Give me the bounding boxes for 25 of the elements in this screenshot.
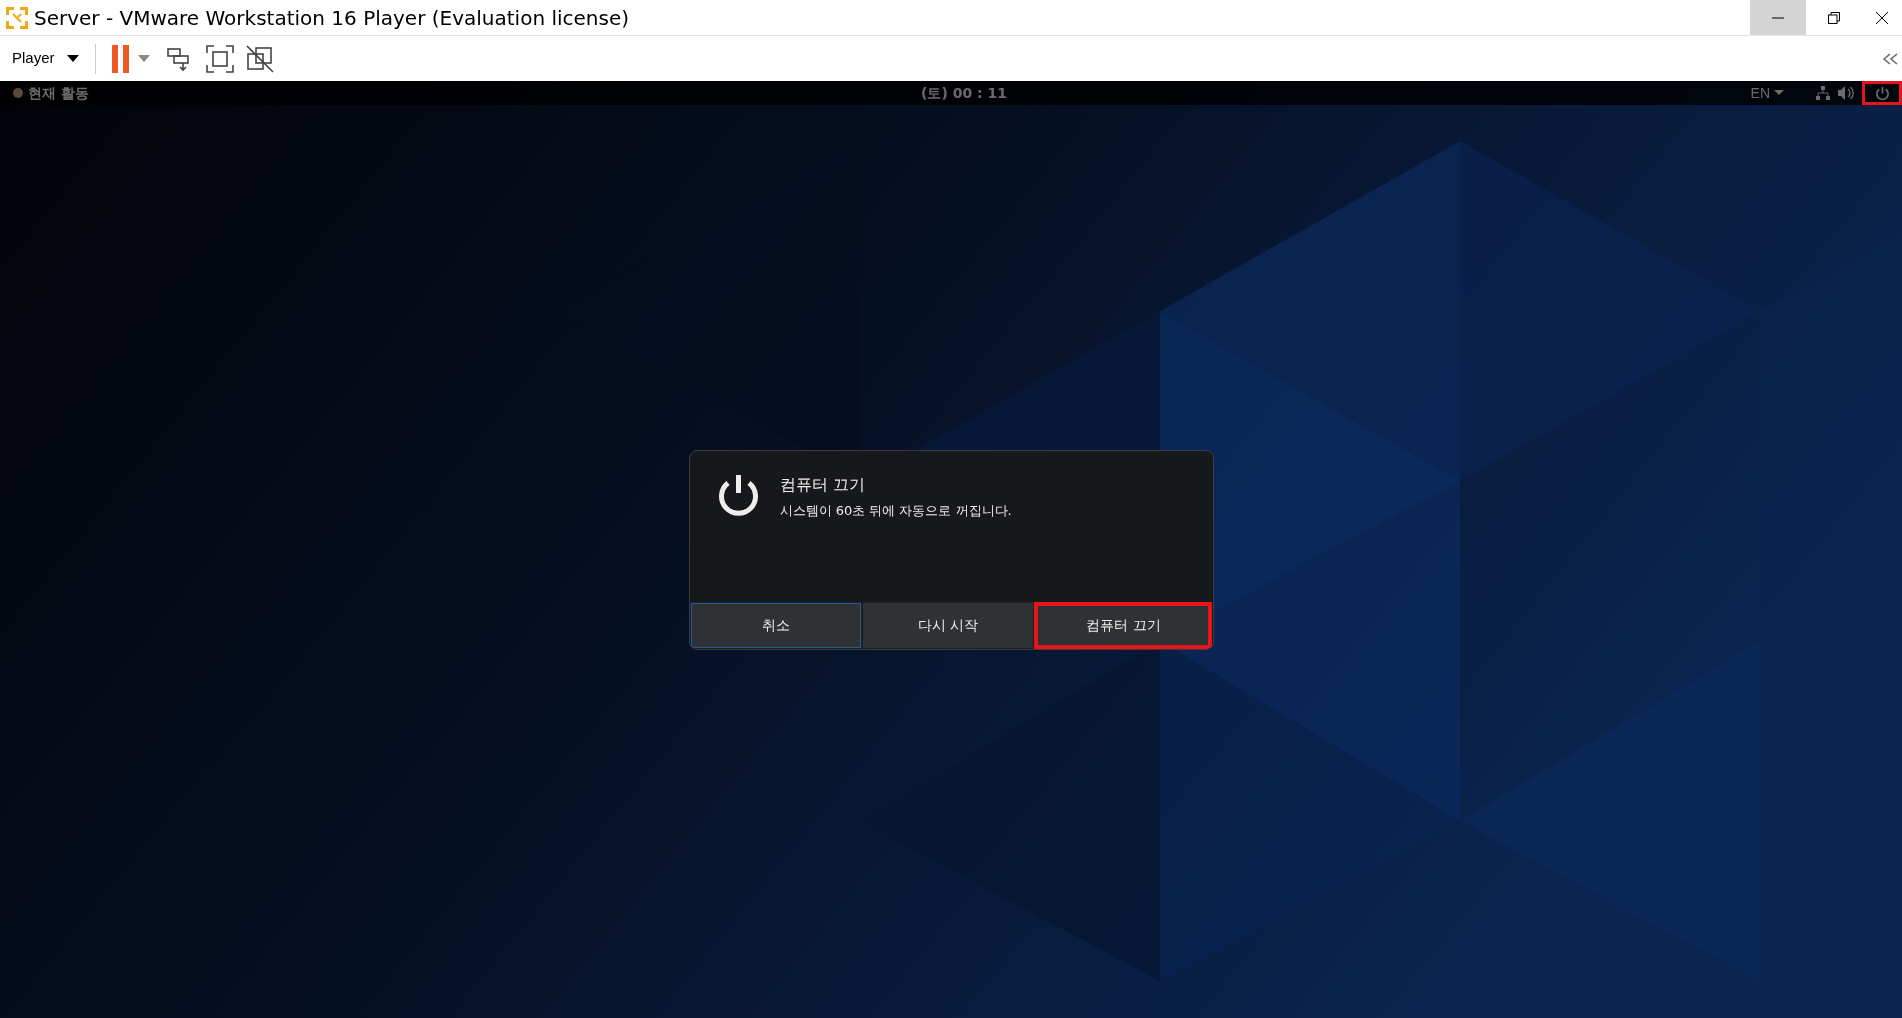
caret-icon	[137, 54, 150, 63]
caret-icon	[66, 54, 79, 63]
caret-icon	[1774, 90, 1784, 96]
app-logo-icon	[4, 4, 30, 31]
input-source-menu[interactable]: EN	[1750, 82, 1784, 104]
fullscreen-icon[interactable]	[205, 44, 234, 73]
clock[interactable]: (토) 00 : 11	[921, 82, 1007, 104]
dialog-button[interactable]: 컴퓨터 끄기	[1034, 602, 1213, 649]
network-icon	[1816, 86, 1830, 100]
power-icon	[716, 473, 760, 519]
power-menu[interactable]	[1862, 81, 1902, 105]
restore-icon	[1828, 11, 1840, 24]
window-title: Server - VMware Workstation 16 Player (Evaluation license)	[34, 4, 630, 32]
collapse-icon[interactable]	[1882, 51, 1898, 66]
player-menu[interactable]: Player	[0, 36, 91, 81]
activities-button[interactable]: 현재 활동	[12, 82, 89, 104]
dialog-title: 컴퓨터 끄기	[779, 474, 866, 496]
dialog-button[interactable]: 다시 시작	[861, 602, 1035, 649]
unity-icon[interactable]	[245, 44, 274, 73]
dialog-message: 시스템이 60초 뒤에 자동으로 꺼집니다.	[779, 502, 1012, 520]
dialog-button[interactable]: 취소	[689, 602, 862, 649]
power-icon	[1874, 85, 1890, 101]
close-icon	[1876, 11, 1888, 24]
pause-icon	[111, 44, 130, 73]
volume-icon	[1838, 86, 1854, 100]
